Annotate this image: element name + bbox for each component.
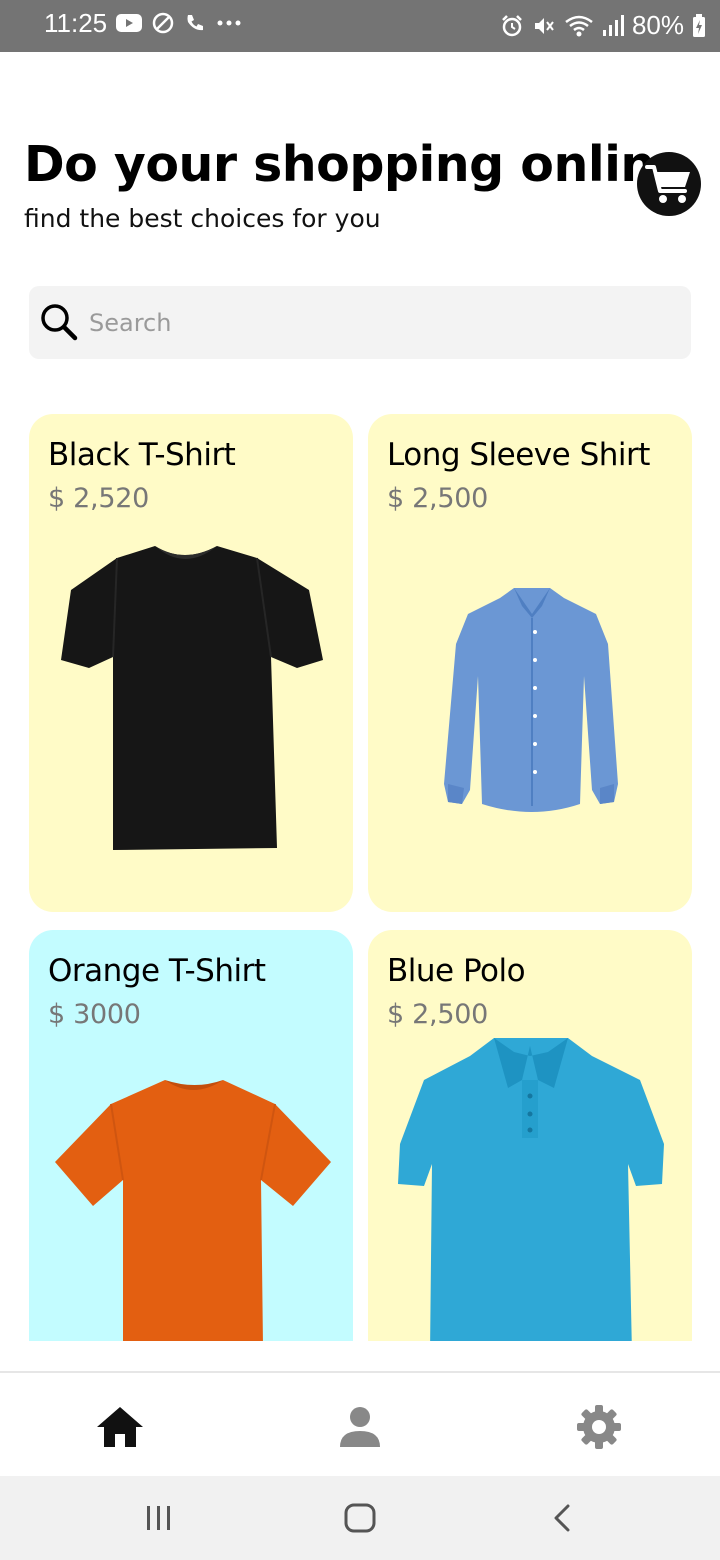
nav-settings[interactable] <box>574 1403 624 1451</box>
blue-long-sleeve-shirt-image <box>444 588 618 812</box>
shopping-cart-icon <box>645 165 690 203</box>
battery-charging-icon <box>693 13 705 37</box>
nav-profile[interactable] <box>335 1403 385 1451</box>
page-subtitle: find the best choices for you <box>24 204 381 233</box>
product-price: $ 3000 <box>48 999 141 1030</box>
home-icon <box>97 1407 143 1447</box>
product-price: $ 2,520 <box>48 483 149 514</box>
product-price: $ 2,500 <box>387 483 488 514</box>
back-icon[interactable] <box>548 1498 576 1538</box>
product-card[interactable]: Long Sleeve Shirt $ 2,500 <box>368 414 692 912</box>
signal-icon <box>602 14 624 36</box>
youtube-icon <box>116 14 142 32</box>
more-dots-icon <box>217 20 241 26</box>
black-tshirt-image <box>61 546 323 850</box>
product-grid[interactable]: Black T-Shirt $ 2,520 Long Sleeve Shirt … <box>0 380 720 1341</box>
product-name: Black T-Shirt <box>48 437 236 473</box>
person-icon <box>340 1407 380 1447</box>
search-input[interactable] <box>87 286 677 359</box>
product-price: $ 2,500 <box>387 999 488 1030</box>
battery-percentage: 80% <box>631 10 684 40</box>
product-card[interactable]: Black T-Shirt $ 2,520 <box>29 414 353 912</box>
alarm-icon <box>502 14 522 36</box>
system-nav-bar <box>0 1476 720 1560</box>
gear-icon <box>577 1405 621 1449</box>
product-name: Long Sleeve Shirt <box>387 437 650 473</box>
product-name: Blue Polo <box>387 953 526 989</box>
bottom-nav <box>0 1371 720 1476</box>
status-notification-icons <box>116 12 242 34</box>
home-button-icon[interactable] <box>342 1498 378 1538</box>
status-time: 11:25 <box>44 8 108 38</box>
wifi-icon <box>565 15 593 36</box>
orange-tshirt-image <box>55 1080 331 1341</box>
search-icon <box>41 304 78 341</box>
status-system-icons: 80% <box>500 10 706 41</box>
product-card[interactable]: Blue Polo $ 2,500 <box>368 930 692 1341</box>
blocked-icon <box>152 12 174 34</box>
product-name: Orange T-Shirt <box>48 953 266 989</box>
cart-button[interactable] <box>637 152 701 216</box>
blue-polo-image <box>398 1038 664 1341</box>
product-card[interactable]: Orange T-Shirt $ 3000 <box>29 930 353 1341</box>
search-bar[interactable] <box>29 286 691 359</box>
phone-icon <box>187 15 203 31</box>
status-bar: 11:25 80% <box>0 0 720 52</box>
page-title: Do your shopping online <box>24 136 688 193</box>
nav-home[interactable] <box>95 1403 145 1451</box>
recent-apps-icon[interactable] <box>143 1498 175 1538</box>
mute-icon <box>534 17 554 34</box>
